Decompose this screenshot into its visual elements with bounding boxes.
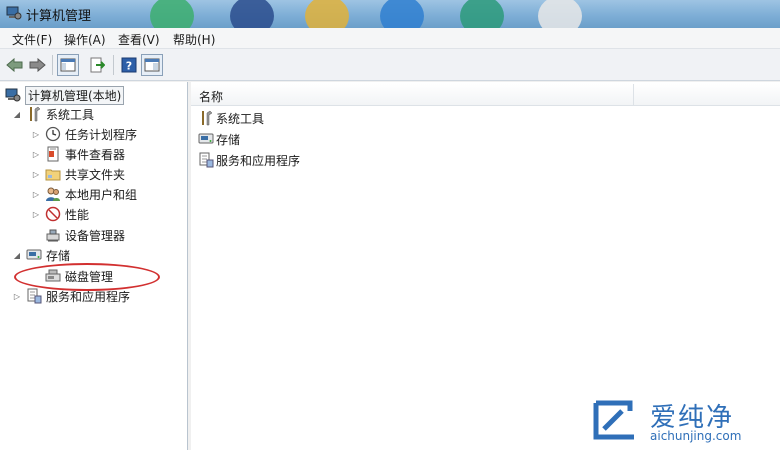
tree-label: 共享文件夹 xyxy=(65,167,126,182)
highlight-annotation xyxy=(14,263,160,291)
menu-view[interactable]: 查看(V) xyxy=(118,31,160,48)
tree-item-local-users-groups[interactable]: ▷ 本地用户和组 xyxy=(31,184,137,204)
taskbar-deco-2 xyxy=(230,0,274,28)
back-icon[interactable] xyxy=(4,54,26,76)
console-tree-icon[interactable] xyxy=(57,54,79,76)
menu-file[interactable]: 文件(F) xyxy=(12,31,52,48)
console-tree: 计算机管理(本地) ◢ 系统工具 ▷ 任务计划程序 ▷ 事件查看器 ▷ 共享文件… xyxy=(0,82,188,450)
list-item[interactable]: 系统工具 xyxy=(197,108,264,128)
tree-label: 系统工具 xyxy=(46,107,95,122)
toolbar-separator xyxy=(52,55,53,75)
event-log-icon xyxy=(44,146,61,163)
taskbar-deco-4 xyxy=(380,0,424,28)
list-item[interactable]: 存储 xyxy=(197,129,240,149)
tree-item-system-tools[interactable]: ◢ 系统工具 xyxy=(12,104,94,124)
toolbar: ? xyxy=(0,49,780,81)
menu-bar: 文件(F) 操作(A) 查看(V) 帮助(H) xyxy=(0,28,780,49)
column-divider[interactable] xyxy=(633,84,634,106)
collapsed-arrow-icon[interactable]: ▷ xyxy=(31,130,41,139)
tree-item-device-manager[interactable]: 设备管理器 xyxy=(44,225,125,245)
computer-management-icon xyxy=(6,6,22,21)
tree-item-task-scheduler[interactable]: ▷ 任务计划程序 xyxy=(31,124,137,144)
taskbar-deco-6 xyxy=(538,0,582,28)
services-icon xyxy=(197,152,214,169)
device-manager-icon xyxy=(44,227,61,244)
tree-label: 事件查看器 xyxy=(65,147,126,162)
computer-management-icon xyxy=(4,87,21,104)
tree-label: 计算机管理(本地) xyxy=(25,85,125,105)
svg-text:?: ? xyxy=(126,60,132,73)
taskbar-deco-1 xyxy=(150,0,194,28)
tree-item-storage[interactable]: ◢ 存储 xyxy=(12,245,70,265)
taskbar-deco-5 xyxy=(460,0,504,28)
tree-label: 存储 xyxy=(46,248,71,263)
storage-icon xyxy=(197,131,214,148)
storage-icon xyxy=(25,247,42,264)
performance-icon xyxy=(44,206,61,223)
collapsed-arrow-icon[interactable]: ▷ xyxy=(12,292,22,301)
tree-label: 本地用户和组 xyxy=(65,187,138,202)
tree-label: 任务计划程序 xyxy=(65,127,138,142)
list-item-label: 系统工具 xyxy=(216,111,265,126)
tree-item-performance[interactable]: ▷ 性能 xyxy=(31,204,89,224)
collapsed-arrow-icon[interactable]: ▷ xyxy=(31,210,41,219)
services-icon xyxy=(25,288,42,305)
window-title: 计算机管理 xyxy=(26,9,92,24)
shared-folder-icon xyxy=(44,166,61,183)
export-list-icon[interactable] xyxy=(86,54,108,76)
list-item-label: 存储 xyxy=(216,132,241,147)
expanded-arrow-icon[interactable]: ◢ xyxy=(12,110,22,119)
users-icon xyxy=(44,186,61,203)
watermark-url: aichunjing.com xyxy=(650,429,742,443)
menu-help[interactable]: 帮助(H) xyxy=(173,31,215,48)
list-header: 名称 xyxy=(191,84,780,106)
title-bar: 计算机管理 xyxy=(0,0,780,28)
clock-icon xyxy=(44,126,61,143)
collapsed-arrow-icon[interactable]: ▷ xyxy=(31,150,41,159)
menu-action[interactable]: 操作(A) xyxy=(64,31,106,48)
tree-item-shared-folders[interactable]: ▷ 共享文件夹 xyxy=(31,164,125,184)
watermark-logo-icon xyxy=(590,397,640,443)
tree-item-root[interactable]: 计算机管理(本地) xyxy=(4,85,125,105)
properties-icon[interactable] xyxy=(141,54,163,76)
tools-icon xyxy=(197,110,214,127)
toolbar-separator xyxy=(113,55,114,75)
column-header-name[interactable]: 名称 xyxy=(199,88,223,105)
tree-item-event-viewer[interactable]: ▷ 事件查看器 xyxy=(31,144,125,164)
tree-label: 性能 xyxy=(65,207,90,222)
list-item[interactable]: 服务和应用程序 xyxy=(197,150,300,170)
collapsed-arrow-icon[interactable]: ▷ xyxy=(31,190,41,199)
expanded-arrow-icon[interactable]: ◢ xyxy=(12,251,22,260)
tools-icon xyxy=(25,106,42,123)
tree-label: 设备管理器 xyxy=(65,228,126,243)
taskbar-deco-3 xyxy=(305,0,349,28)
watermark: 爱纯净 aichunjing.com xyxy=(590,395,776,449)
collapsed-arrow-icon[interactable]: ▷ xyxy=(31,170,41,179)
forward-icon[interactable] xyxy=(26,54,48,76)
list-item-label: 服务和应用程序 xyxy=(216,153,301,168)
help-icon[interactable]: ? xyxy=(118,54,140,76)
